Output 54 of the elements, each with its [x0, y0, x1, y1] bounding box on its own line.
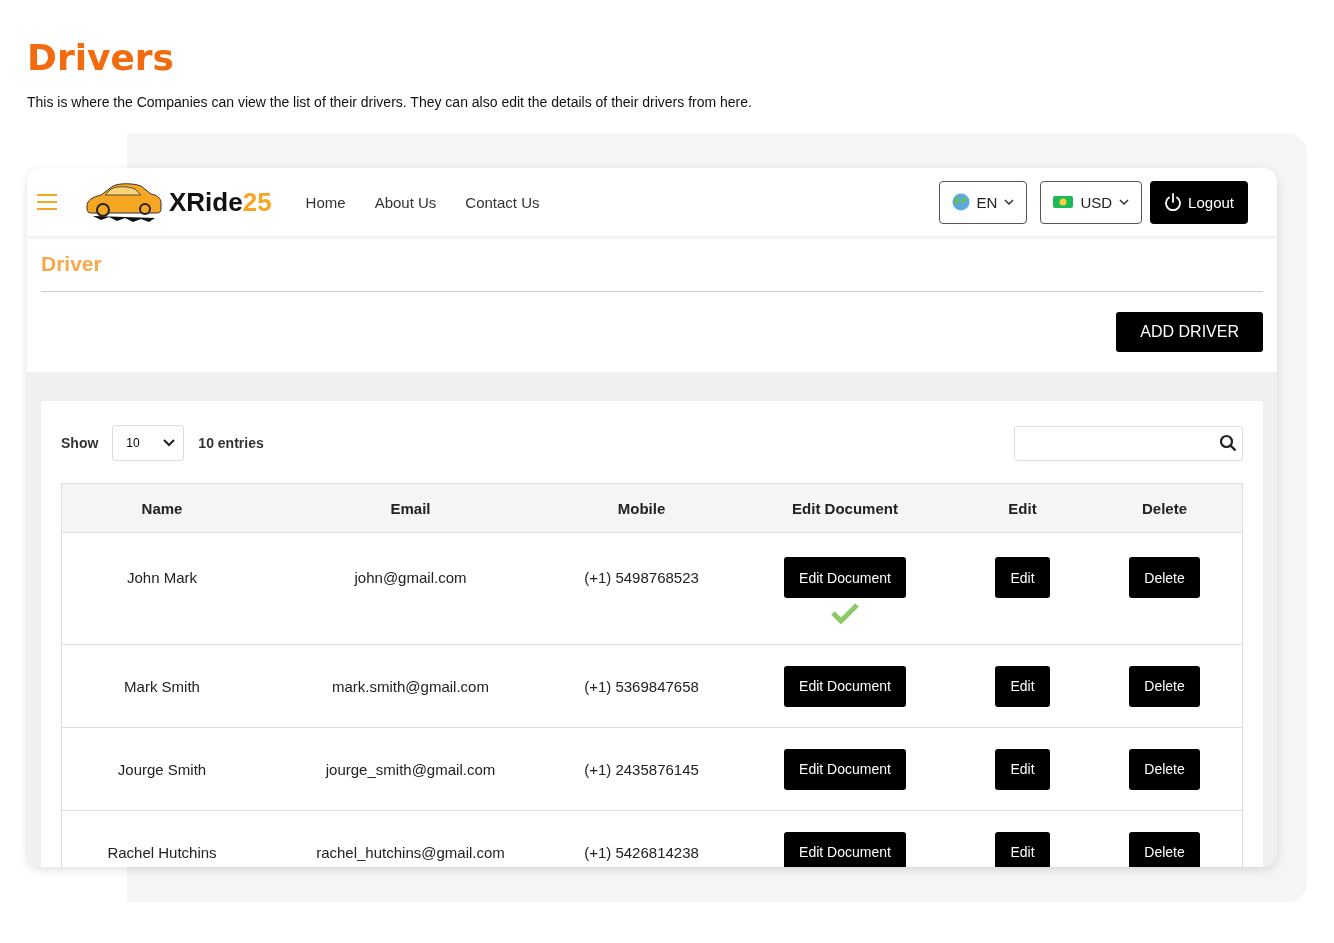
edit-button[interactable]: Edit: [995, 557, 1050, 598]
nav-link[interactable]: Contact Us: [465, 193, 540, 211]
section-title: Driver: [41, 252, 103, 276]
table-cell-text: (+1) 5426814238: [583, 842, 700, 863]
edit-button[interactable]: Edit: [995, 748, 1050, 790]
banknote-icon: [1053, 196, 1074, 208]
nav-link[interactable]: About Us: [374, 193, 437, 211]
table-cell-text: Mark Smith: [123, 676, 201, 697]
language-dropdown[interactable]: EN: [938, 180, 1028, 224]
globe-icon: [951, 193, 970, 211]
show-label: Show: [61, 435, 99, 451]
search-field[interactable]: [1014, 425, 1243, 461]
menu-icon[interactable]: [37, 194, 57, 210]
edit-document-button[interactable]: Edit Document: [784, 831, 906, 867]
table-cell-text: rachel_hutchins@gmail.com: [315, 842, 506, 863]
column-header: Edit Document: [791, 498, 899, 519]
delete-button[interactable]: Delete: [1129, 665, 1200, 707]
column-header: Name: [140, 498, 184, 519]
table-cell-text: (+1) 5498768523: [583, 568, 700, 588]
search-icon: [1219, 434, 1237, 452]
table-cell-text: john@gmail.com: [353, 568, 468, 588]
brand-name[interactable]: XRide25: [169, 186, 272, 218]
column-header: Email: [389, 498, 432, 519]
power-icon: [1164, 193, 1183, 211]
table-cell-text: jourge_smith@gmail.com: [324, 759, 497, 780]
chevron-down-icon: [1004, 199, 1015, 205]
table-cell-text: Rachel Hutchins: [106, 842, 218, 863]
delete-button[interactable]: Delete: [1129, 831, 1200, 867]
add-driver-button[interactable]: ADD DRIVER: [1116, 312, 1263, 352]
chevron-down-icon: [1119, 199, 1130, 205]
table-cell-text: Jourge Smith: [116, 759, 208, 780]
table-cell-text: John Mark: [126, 568, 198, 588]
currency-dropdown[interactable]: USD: [1040, 180, 1143, 224]
page-size-select[interactable]: 10: [112, 425, 185, 461]
edit-document-button[interactable]: Edit Document: [784, 748, 906, 790]
column-header: Mobile: [616, 498, 667, 519]
column-header: Delete: [1141, 498, 1188, 519]
column-header: Edit: [1007, 498, 1038, 519]
page-title: Drivers: [27, 38, 176, 78]
table-cell-text: mark.smith@gmail.com: [331, 676, 490, 697]
car-logo-icon: [83, 180, 163, 224]
edit-button[interactable]: Edit: [995, 665, 1050, 707]
edit-document-button[interactable]: Edit Document: [784, 665, 906, 707]
edit-button[interactable]: Edit: [995, 831, 1050, 867]
delete-button[interactable]: Delete: [1129, 557, 1200, 598]
nav-link[interactable]: Home: [305, 193, 346, 211]
table-cell-text: (+1) 2435876145: [583, 759, 700, 780]
logout-button[interactable]: Logout: [1150, 180, 1248, 224]
table-cell-text: (+1) 5369847658: [583, 676, 700, 697]
delete-button[interactable]: Delete: [1129, 748, 1200, 790]
edit-document-button[interactable]: Edit Document: [784, 557, 906, 598]
entries-label: 10 entries: [198, 435, 264, 451]
chevron-down-icon: [163, 439, 176, 447]
page-description: This is where the Companies can view the list of their drivers. They can also edit the details of their drivers from here.: [27, 94, 753, 110]
